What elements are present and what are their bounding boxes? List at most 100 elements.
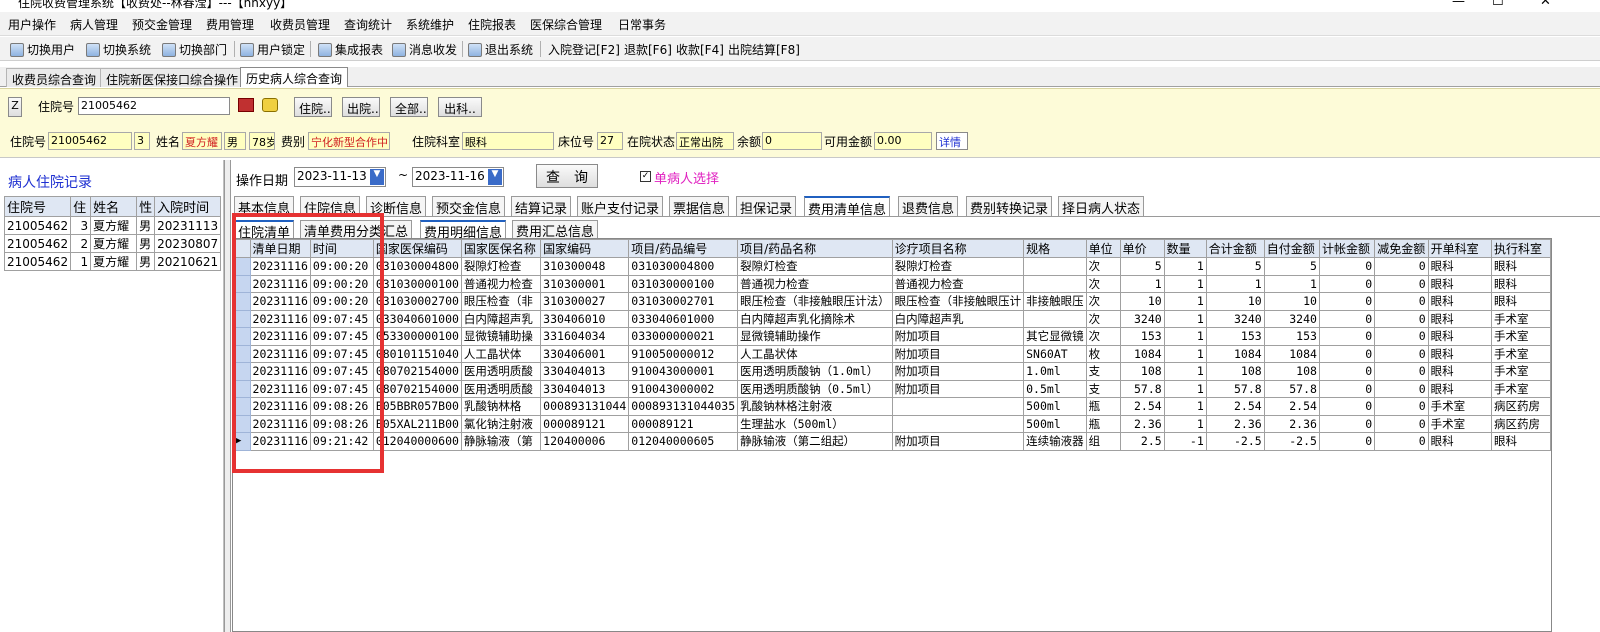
query-button[interactable]: 查 询 — [536, 164, 598, 188]
chevron-down-icon[interactable]: ▼ — [370, 169, 384, 185]
cell: 组 — [1085, 432, 1121, 451]
cell: 3 — [70, 216, 92, 235]
col-header[interactable]: 计帐金额 — [1318, 239, 1376, 258]
col-header[interactable]: 国家医保名称 — [460, 239, 542, 258]
menu-insurance[interactable]: 医保综合管理 — [530, 16, 602, 33]
single-patient-checkbox[interactable]: ✓ — [640, 171, 651, 182]
col-header[interactable]: 姓名 — [90, 196, 138, 217]
card-reader-icon[interactable] — [238, 98, 254, 112]
tab-insurance-ops[interactable]: 住院新医保接口综合操作 — [100, 68, 245, 87]
detail-link[interactable]: 详情 — [936, 132, 968, 150]
col-header[interactable]: 减免金额 — [1374, 239, 1429, 258]
switch-dept-button[interactable]: 切换部门 — [162, 41, 227, 58]
exit-button[interactable]: 退出系统 — [468, 41, 533, 58]
tab-scheduled-status[interactable]: 择日病人状态 — [1058, 196, 1145, 217]
brush-icon[interactable] — [262, 98, 278, 112]
z-button[interactable]: Z — [8, 97, 22, 117]
col-header[interactable]: 自付金额 — [1263, 239, 1320, 258]
col-header[interactable]: 数量 — [1163, 239, 1207, 258]
col-header[interactable]: 开单科室 — [1427, 239, 1493, 258]
search-id-input[interactable]: 21005462 — [78, 97, 230, 115]
col-header[interactable]: 入院时间 — [154, 196, 222, 217]
tab-settlement[interactable]: 结算记录 — [511, 196, 572, 217]
menu-deposit[interactable]: 预交金管理 — [132, 16, 192, 33]
tab-history-patient[interactable]: 历史病人综合查询 — [240, 67, 349, 87]
table-row[interactable]: 20231116 09:07:45 053300000100 显微镜辅助操 331604… — [233, 327, 1551, 346]
maximize-icon[interactable]: ☐ — [1492, 0, 1504, 9]
cell: 1 — [1163, 327, 1207, 346]
table-row[interactable]: 20231116 09:07:45 080702154000 医用透明质酸 330404… — [233, 379, 1551, 398]
all-button[interactable]: 全部.. — [390, 97, 428, 117]
cell: 医用透明质酸钠（0.5ml） — [737, 379, 893, 398]
age-field: 78岁 — [249, 132, 275, 150]
tab-refund-info[interactable]: 退费信息 — [898, 196, 959, 217]
message-button[interactable]: 消息收发 — [392, 41, 457, 58]
tab-cashier-query[interactable]: 收费员综合查询 — [6, 68, 103, 87]
table-row[interactable]: ▶ 20231116 09:21:42 012040000600 静脉输液（第 12040… — [233, 432, 1551, 451]
tab-fee-list[interactable]: 费用清单信息 — [804, 196, 891, 218]
tab-fee-detail[interactable]: 费用明细信息 — [420, 220, 507, 241]
panel-splitter[interactable] — [224, 160, 231, 632]
col-header[interactable]: 诊疗项目名称 — [891, 239, 1025, 258]
menu-user[interactable]: 用户操作 — [8, 16, 56, 33]
table-row[interactable]: 21005462 2 夏方耀 男 20230807 — [3, 234, 222, 253]
menu-fee[interactable]: 费用管理 — [206, 16, 254, 33]
close-icon[interactable]: ✕ — [1540, 0, 1551, 9]
cell: 031030004800 — [628, 257, 739, 276]
col-header[interactable]: 规格 — [1023, 239, 1087, 258]
menu-query[interactable]: 查询统计 — [344, 16, 392, 33]
discharge-button[interactable]: 出院结算[F8] — [728, 41, 800, 58]
col-header[interactable]: 国家编码 — [540, 239, 630, 258]
admission-button[interactable]: 入院登记[F2] — [548, 41, 620, 58]
table-row[interactable]: 20231116 09:00:20 031030002700 眼压检查（非 310300… — [233, 292, 1551, 311]
col-header[interactable]: 项目/药品名称 — [737, 239, 893, 258]
col-header[interactable]: 单价 — [1119, 239, 1165, 258]
menu-report[interactable]: 住院报表 — [468, 16, 516, 33]
tab-receipt-info[interactable]: 票据信息 — [669, 196, 730, 217]
discharged-button[interactable]: 出院.. — [342, 97, 380, 117]
col-header[interactable]: 执行科室 — [1491, 239, 1551, 258]
switch-user-button[interactable]: 切换用户 — [10, 41, 75, 58]
tab-account-payment[interactable]: 账户支付记录 — [577, 196, 664, 217]
table-row[interactable]: 21005462 1 夏方耀 男 20210621 — [3, 252, 222, 271]
table-row[interactable]: 20231116 09:07:45 033040601000 白内障超声乳 330406… — [233, 309, 1551, 328]
table-row[interactable]: 20231116 09:07:45 080702154000 医用透明质酸 330404… — [233, 362, 1551, 381]
cell: 5 — [1119, 257, 1165, 276]
minimize-icon[interactable]: — — [1452, 0, 1465, 9]
col-header[interactable]: 住院号 — [3, 196, 72, 217]
table-row[interactable]: 21005462 3 夏方耀 男 20231113 — [3, 216, 222, 235]
menu-patient[interactable]: 病人管理 — [70, 16, 118, 33]
leave-dept-button[interactable]: 出科.. — [438, 97, 482, 117]
cell: 其它显微镜 — [1023, 327, 1087, 346]
tab-fee-type-change[interactable]: 费别转换记录 — [966, 196, 1053, 217]
tab-guarantee[interactable]: 担保记录 — [736, 196, 797, 217]
chevron-down-icon[interactable]: ▼ — [488, 169, 502, 185]
col-header[interactable]: 合计金额 — [1205, 239, 1265, 258]
table-row[interactable]: 20231116 09:07:45 080101151040 人工晶状体 3304060… — [233, 344, 1551, 363]
col-header[interactable]: 国家医保编码 — [372, 239, 462, 258]
cell: 附加项目 — [891, 344, 1025, 363]
menu-daily[interactable]: 日常事务 — [618, 16, 666, 33]
col-header[interactable]: 住 — [70, 196, 92, 217]
lock-user-button[interactable]: 用户锁定 — [240, 41, 305, 58]
table-row[interactable]: 20231116 09:08:26 B05BBR057B00 乳酸钠林格 0008931… — [233, 397, 1551, 416]
table-row[interactable]: 20231116 09:00:20 031030004800 裂隙灯检查 3103000… — [233, 257, 1551, 276]
refund-button[interactable]: 退款[F6] — [624, 41, 672, 58]
table-row[interactable]: 20231116 09:00:20 031030000100 普通视力检查 310300… — [233, 274, 1551, 293]
col-header[interactable]: 性 — [136, 196, 156, 217]
cell — [1023, 257, 1087, 276]
col-header[interactable]: 单位 — [1085, 239, 1121, 258]
report-button[interactable]: 集成报表 — [318, 41, 383, 58]
tab-deposit-info[interactable]: 预交金信息 — [432, 196, 506, 217]
menu-system[interactable]: 系统维护 — [406, 16, 454, 33]
switch-system-button[interactable]: 切换系统 — [86, 41, 151, 58]
menu-cashier[interactable]: 收费员管理 — [270, 16, 330, 33]
table-row[interactable]: 20231116 09:08:26 B05XAL211B00 氯化钠注射液 000089… — [233, 414, 1551, 433]
col-header[interactable]: 项目/药品编号 — [628, 239, 739, 258]
cell: 次 — [1085, 257, 1121, 276]
date-from-picker[interactable]: 2023-11-13 ▼ — [294, 167, 386, 187]
date-to-picker[interactable]: 2023-11-16 ▼ — [412, 167, 504, 187]
inpatient-button[interactable]: 住院.. — [294, 97, 332, 117]
tab-fee-summary[interactable]: 费用汇总信息 — [512, 220, 599, 240]
charge-button[interactable]: 收款[F4] — [676, 41, 724, 58]
